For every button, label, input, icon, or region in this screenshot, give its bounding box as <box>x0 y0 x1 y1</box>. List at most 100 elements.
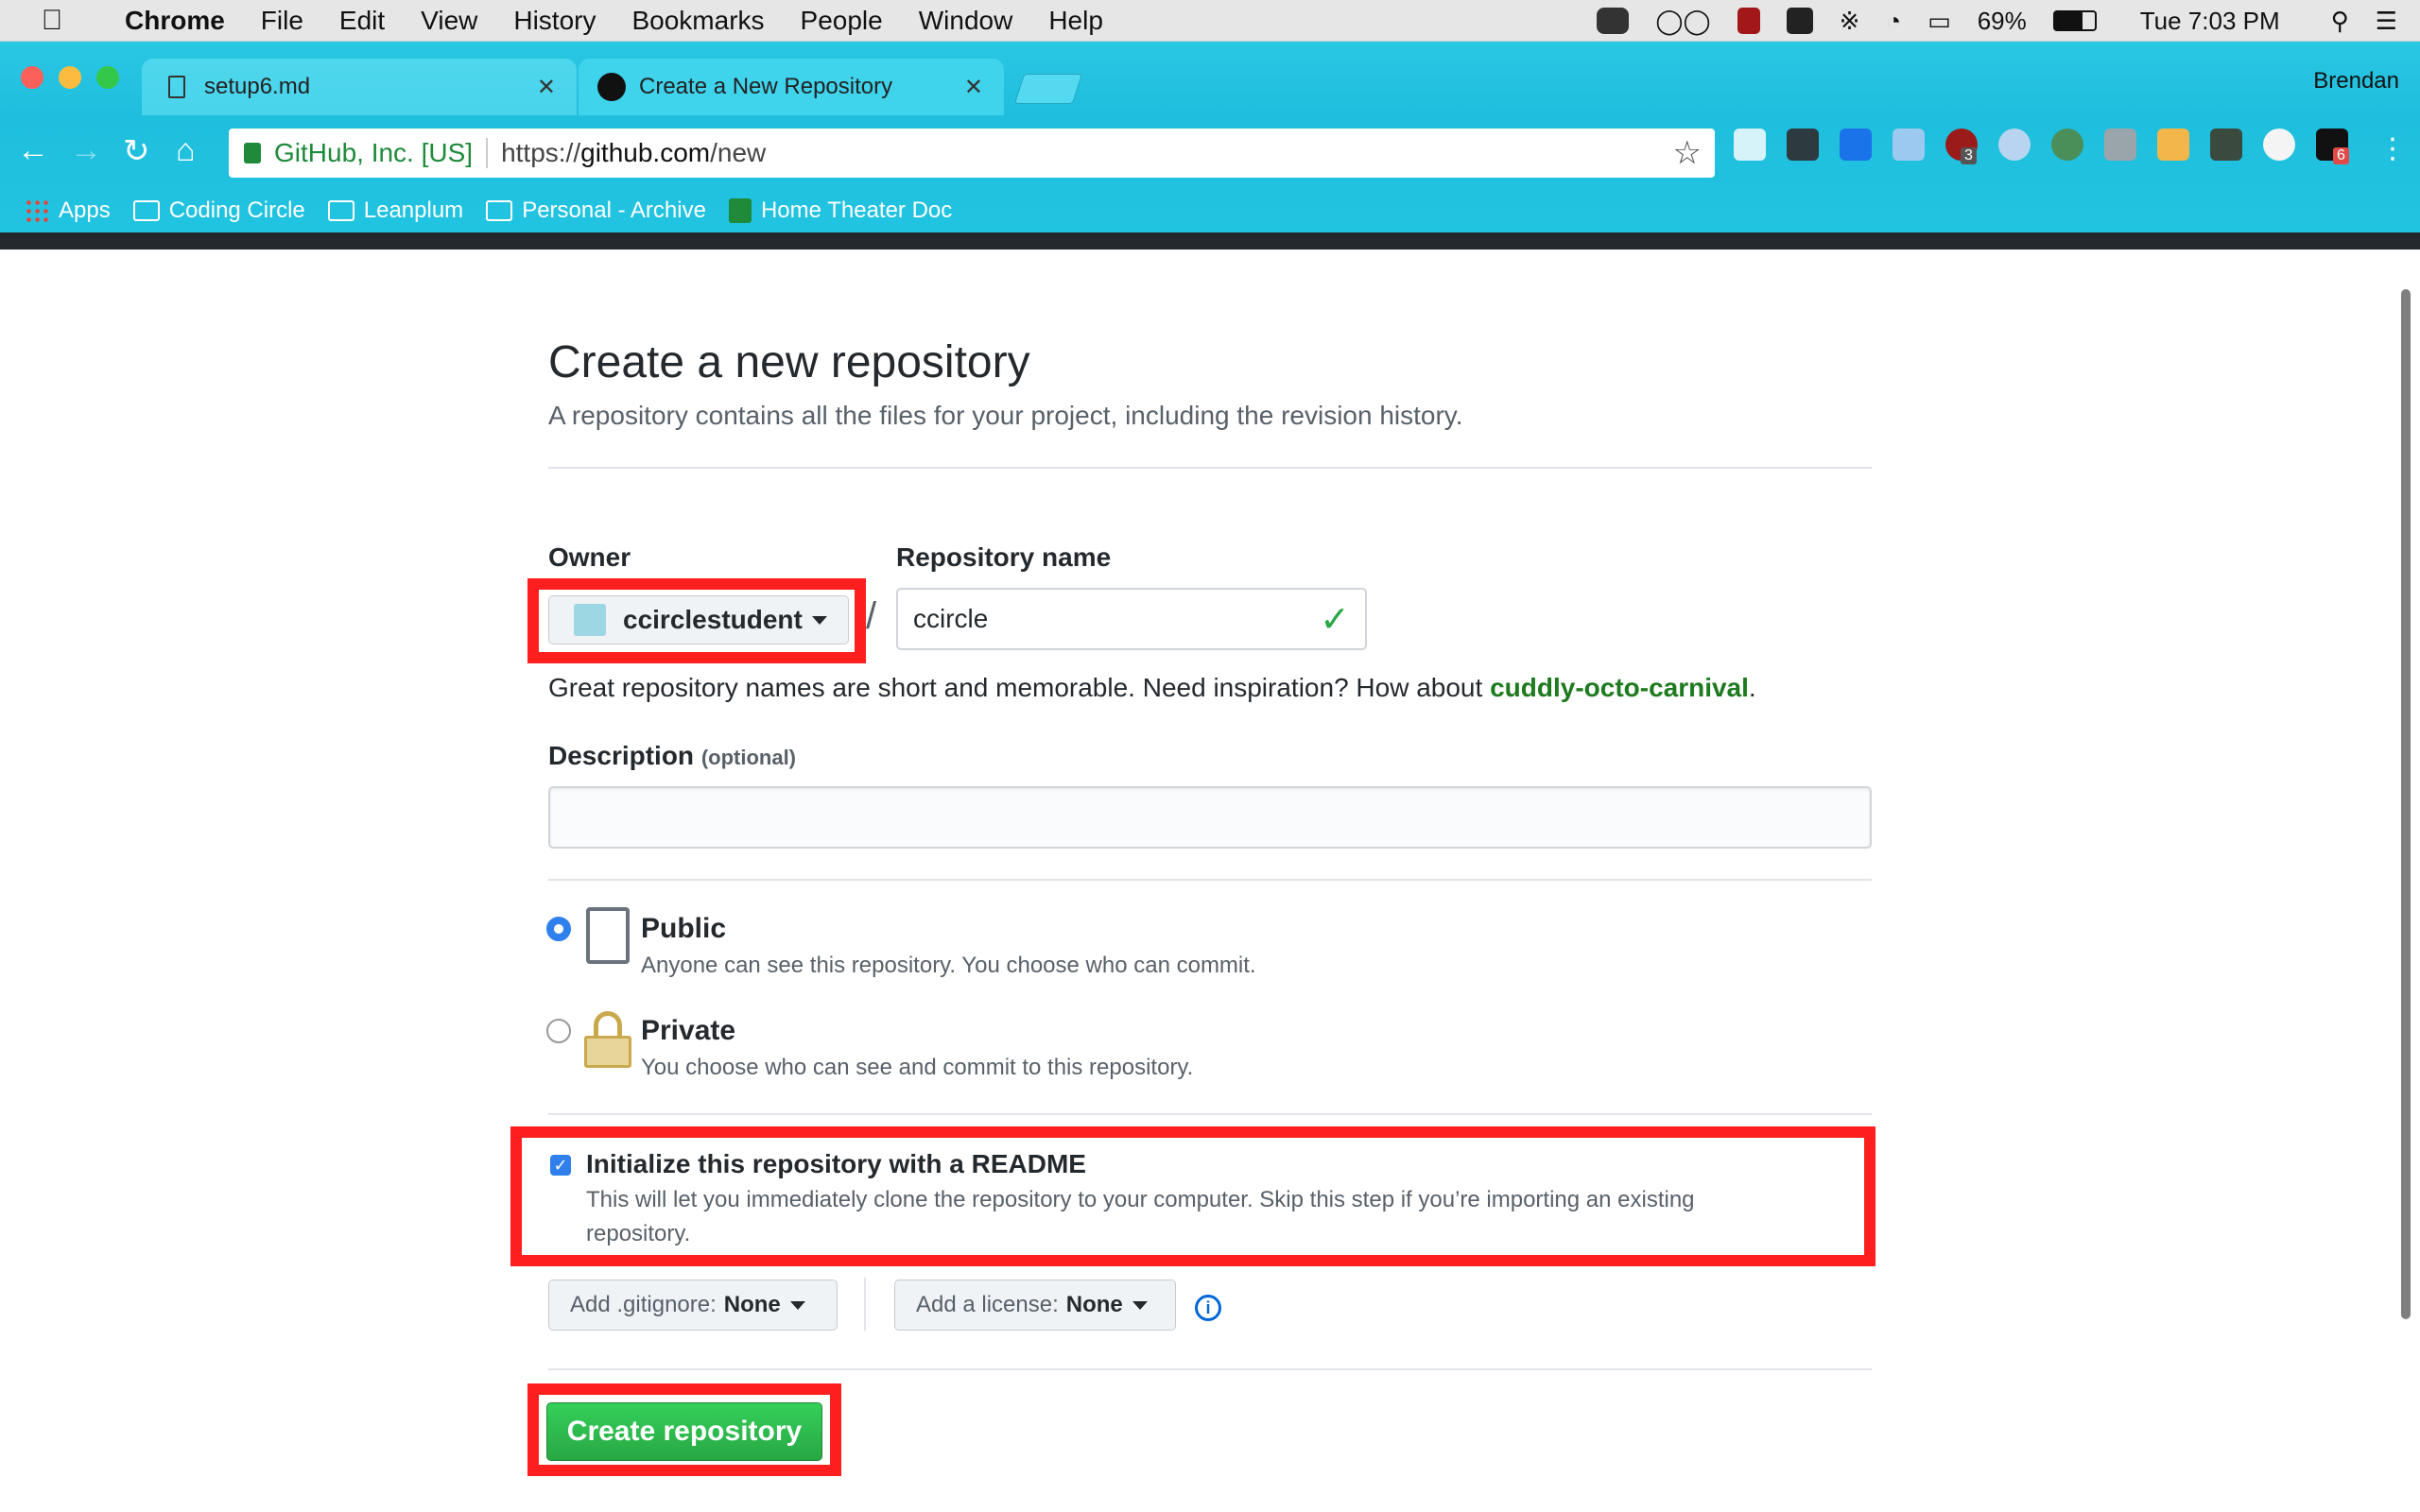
file-icon <box>168 76 185 98</box>
notification-center-icon[interactable]: ☰ <box>2376 7 2397 36</box>
extension-sync-icon[interactable] <box>2051 129 2083 161</box>
tab-title: setup6.md <box>204 74 311 99</box>
description-label: Description (optional) <box>548 741 797 770</box>
divider <box>486 138 489 168</box>
apple-menu-icon[interactable]:  <box>25 5 79 37</box>
home-icon[interactable]: ⌂ <box>176 132 196 169</box>
owner-value: ccirclestudent <box>623 605 803 634</box>
check-icon: ✓ <box>1320 599 1350 640</box>
divider <box>548 1113 1872 1115</box>
sheets-icon <box>728 198 752 223</box>
forward-icon[interactable]: → <box>70 132 102 169</box>
spotlight-search-icon[interactable]: ⚲ <box>2331 7 2349 36</box>
private-note: You choose who can see and commit to thi… <box>641 1055 1194 1080</box>
amazon-badge: 6 <box>2333 147 2349 164</box>
extension-dots-icon[interactable] <box>1787 129 1819 161</box>
gitignore-select[interactable]: Add .gitignore: None <box>548 1280 838 1331</box>
bookmark-leanplum[interactable]: Leanplum <box>327 198 463 224</box>
name-hint: Great repository names are short and mem… <box>548 673 1756 702</box>
tab-close-icon[interactable]: ✕ <box>537 74 556 101</box>
extension-face-icon[interactable] <box>2157 129 2189 161</box>
public-title: Public <box>641 913 727 944</box>
bookmark-home-theater-doc[interactable]: Home Theater Doc <box>728 198 952 224</box>
folder-icon <box>132 200 160 221</box>
divider <box>548 879 1872 881</box>
menu-bookmarks[interactable]: Bookmarks <box>631 6 764 36</box>
evernote-icon[interactable] <box>1786 8 1813 34</box>
lock-icon[interactable] <box>244 143 261 163</box>
window-zoom-button[interactable] <box>96 66 119 89</box>
chevron-down-icon <box>1132 1300 1148 1310</box>
menu-app-chrome[interactable]: Chrome <box>125 6 225 36</box>
secure-origin-label[interactable]: GitHub, Inc. [US] <box>274 138 473 168</box>
chrome-menu-icon[interactable]: ⋮ <box>2378 132 2407 165</box>
avatar <box>574 604 606 636</box>
github-header-strip <box>0 232 2420 249</box>
extension-mdl-icon[interactable] <box>2104 129 2136 161</box>
browser-toolbar: ← → ↻ ⌂ GitHub, Inc. [US] https://github… <box>0 115 2420 189</box>
bluetooth-icon[interactable]: ※ <box>1840 7 1860 36</box>
airplay-icon[interactable]: ▭ <box>1927 7 1951 36</box>
page-scrollbar[interactable] <box>2401 289 2411 1319</box>
bookmark-star-icon[interactable]: ☆ <box>1673 134 1702 172</box>
battery-icon[interactable] <box>2052 10 2097 31</box>
name-suggestion-link[interactable]: cuddly-octo-carnival <box>1490 673 1749 702</box>
extension-s-icon[interactable] <box>1840 129 1872 161</box>
battery-percent: 69% <box>1977 6 2027 35</box>
owner-label: Owner <box>548 542 631 572</box>
profile-name[interactable]: Brendan <box>2313 68 2399 94</box>
window-close-button[interactable] <box>21 66 43 89</box>
address-bar[interactable]: GitHub, Inc. [US] https://github.com/new… <box>229 129 1715 178</box>
menu-window[interactable]: Window <box>919 6 1013 36</box>
menu-edit[interactable]: Edit <box>339 6 385 36</box>
menu-help[interactable]: Help <box>1048 6 1103 36</box>
window-minimize-button[interactable] <box>59 66 81 89</box>
readme-note-line1: This will let you immediately clone the … <box>586 1187 1695 1212</box>
menu-file[interactable]: File <box>261 6 303 36</box>
owner-select[interactable]: ccirclestudent <box>548 595 849 644</box>
create-repository-button[interactable]: Create repository <box>546 1402 822 1461</box>
extension-compass-icon[interactable] <box>1998 129 2031 161</box>
chevron-down-icon <box>811 615 827 625</box>
extension-evernote-icon[interactable] <box>2210 129 2242 161</box>
readme-checkbox[interactable]: ✓ <box>550 1155 571 1176</box>
tab-setup6-md[interactable]: setup6.md ✕ <box>142 59 577 115</box>
back-icon[interactable]: ← <box>17 132 49 169</box>
extension-circle-icon[interactable] <box>2263 129 2295 161</box>
tab-close-icon[interactable]: ✕ <box>964 74 983 101</box>
url-text[interactable]: https://github.com/new <box>501 138 766 168</box>
divider <box>548 1368 1872 1370</box>
extension-crown-icon[interactable] <box>1734 129 1766 161</box>
divider <box>864 1278 866 1331</box>
wifi-icon[interactable]: ◔ <box>1886 7 1901 36</box>
red-app-icon[interactable] <box>1737 8 1760 34</box>
macos-menu-bar:  Chrome File Edit View History Bookmark… <box>0 0 2420 42</box>
docker-icon[interactable] <box>1597 8 1630 34</box>
tab-create-repository[interactable]: Create a New Repository ✕ <box>579 59 1004 115</box>
glasses-icon[interactable]: ◯◯ <box>1655 7 1710 36</box>
bookmark-coding-circle[interactable]: Coding Circle <box>132 198 305 224</box>
clock[interactable]: Tue 7:03 PM <box>2140 7 2280 36</box>
bookmark-apps[interactable]: Apps <box>25 198 111 224</box>
reload-icon[interactable]: ↻ <box>123 132 150 170</box>
private-radio[interactable] <box>546 1019 571 1043</box>
page-content <box>0 249 2420 1512</box>
apps-grid-icon <box>25 198 49 223</box>
lock-icon <box>584 1011 631 1068</box>
description-input[interactable] <box>548 786 1872 849</box>
menu-people[interactable]: People <box>801 6 883 36</box>
menu-view[interactable]: View <box>421 6 477 36</box>
menu-history[interactable]: History <box>513 6 596 36</box>
info-icon[interactable]: i <box>1195 1295 1221 1321</box>
divider <box>548 467 1872 469</box>
public-radio[interactable] <box>546 917 571 941</box>
repository-name-input[interactable]: ccircle ✓ <box>896 588 1367 650</box>
bookmark-personal-archive[interactable]: Personal - Archive <box>486 198 706 224</box>
readme-title: Initialize this repository with a README <box>586 1149 1086 1178</box>
bookmarks-bar: Apps Coding Circle Leanplum Personal - A… <box>0 189 2420 232</box>
repository-name-label: Repository name <box>896 542 1112 572</box>
new-tab-button[interactable] <box>1013 74 1083 104</box>
license-select[interactable]: Add a license: None <box>894 1280 1176 1331</box>
public-note: Anyone can see this repository. You choo… <box>641 953 1256 978</box>
extension-window-icon[interactable] <box>1893 129 1925 161</box>
